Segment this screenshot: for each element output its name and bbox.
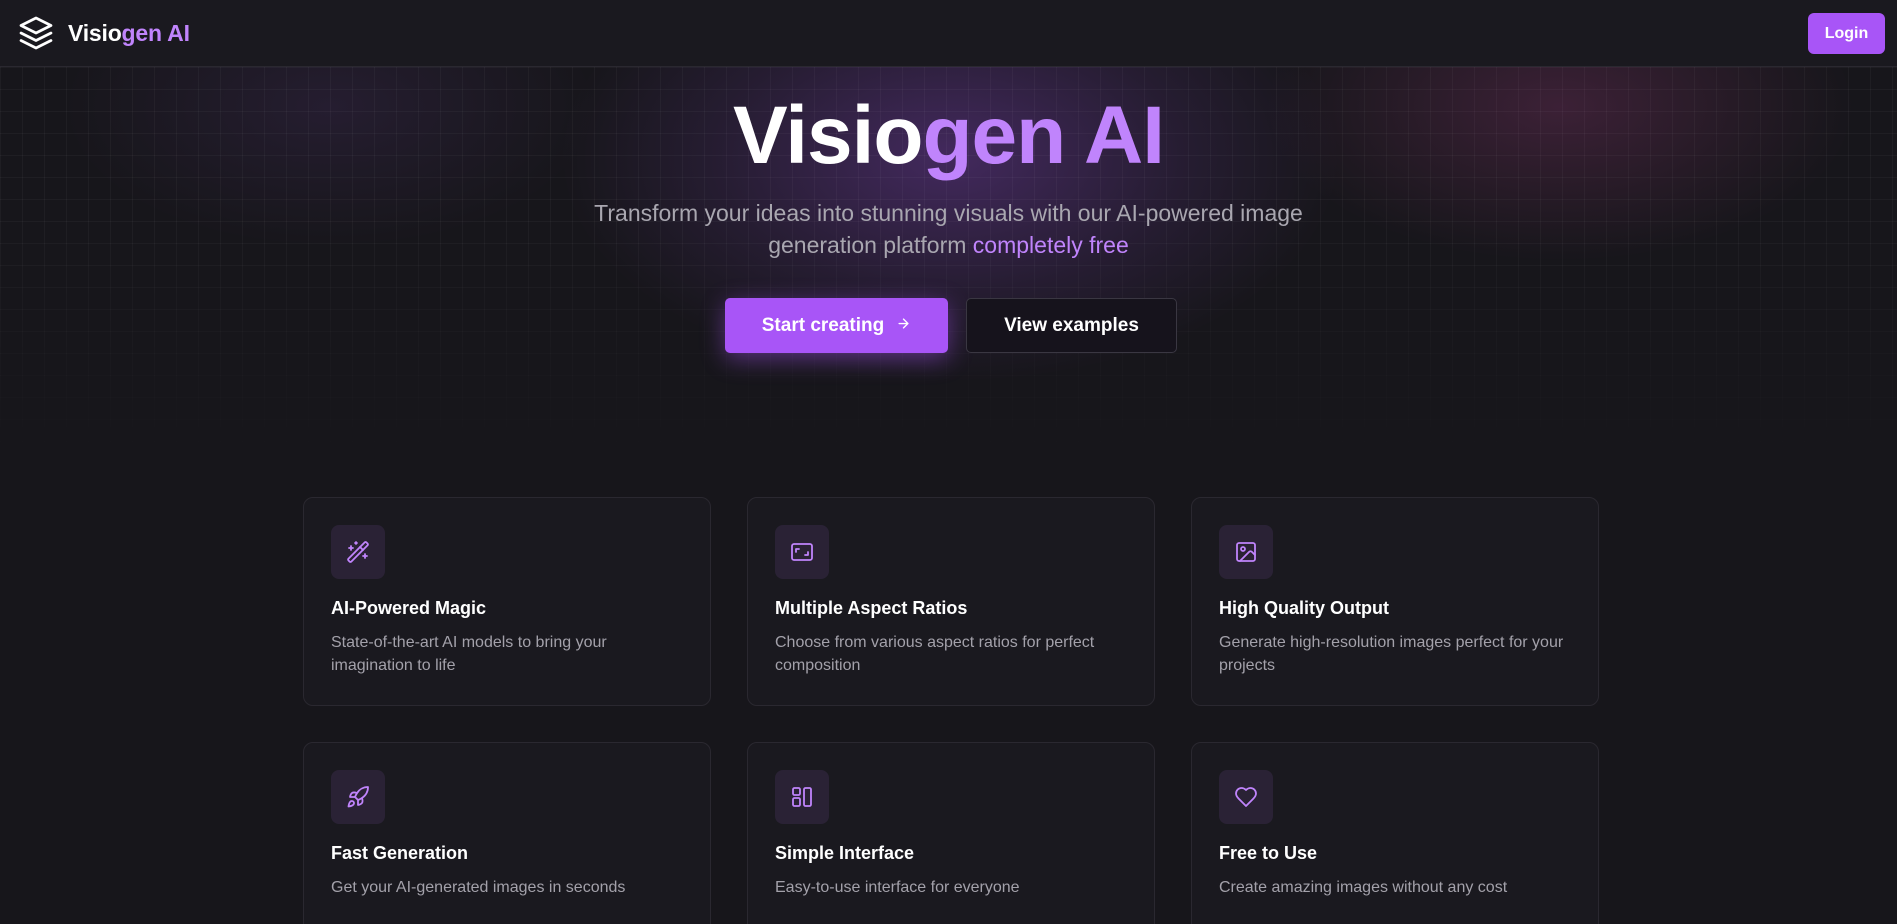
brand-name-accent: gen AI	[121, 19, 190, 46]
login-button[interactable]: Login	[1808, 13, 1885, 54]
feature-description: Get your AI-generated images in seconds	[331, 879, 626, 896]
feature-description: Create amazing images without any cost	[1219, 879, 1508, 896]
feature-description: State-of-the-art AI models to bring your…	[331, 634, 607, 674]
layout-icon	[775, 770, 829, 824]
feature-card: High Quality Output Generate high-resolu…	[1191, 497, 1599, 706]
brand-name: Visiogen AI	[68, 20, 190, 47]
hero-subtitle-text: Transform your ideas into stunning visua…	[594, 200, 1303, 258]
feature-title: Simple Interface	[775, 843, 915, 863]
arrow-right-icon	[896, 315, 911, 337]
layers-icon	[18, 14, 54, 52]
image-icon	[1219, 525, 1273, 579]
heart-icon	[1219, 770, 1273, 824]
feature-description: Choose from various aspect ratios for pe…	[775, 634, 1095, 674]
hero-title: Visiogen AI	[0, 88, 1897, 184]
feature-card: Fast Generation Get your AI-generated im…	[303, 742, 711, 924]
start-creating-button[interactable]: Start creating	[725, 298, 948, 353]
feature-title: AI-Powered Magic	[331, 598, 487, 618]
feature-title: High Quality Output	[1219, 598, 1389, 618]
feature-card: Multiple Aspect Ratios Choose from vario…	[747, 497, 1155, 706]
aspect-ratio-icon	[775, 525, 829, 579]
feature-title: Free to Use	[1219, 843, 1318, 863]
feature-description: Generate high-resolution images perfect …	[1219, 634, 1564, 674]
feature-description: Easy-to-use interface for everyone	[775, 879, 1020, 896]
view-examples-button[interactable]: View examples	[966, 298, 1177, 353]
feature-card: AI-Powered Magic State-of-the-art AI mod…	[303, 497, 711, 706]
page: Visiogen AI Login Visiogen AI Transform …	[0, 0, 1897, 924]
feature-card: Free to Use Create amazing images withou…	[1191, 742, 1599, 924]
brand-logo[interactable]: Visiogen AI	[18, 14, 190, 52]
hero-title-accent: gen AI	[922, 90, 1165, 181]
brand-name-white: Visio	[68, 19, 122, 46]
magic-wand-icon	[331, 525, 385, 579]
hero-title-white: Visio	[732, 90, 923, 181]
feature-title: Fast Generation	[331, 843, 469, 863]
feature-card: Simple Interface Easy-to-use interface f…	[747, 742, 1155, 924]
hero-subtitle: Transform your ideas into stunning visua…	[560, 197, 1337, 261]
top-navbar: Visiogen AI Login	[0, 0, 1897, 67]
start-creating-label: Start creating	[761, 314, 885, 336]
rocket-icon	[331, 770, 385, 824]
hero-subtitle-highlight: completely free	[972, 232, 1129, 258]
feature-title: Multiple Aspect Ratios	[775, 598, 968, 618]
